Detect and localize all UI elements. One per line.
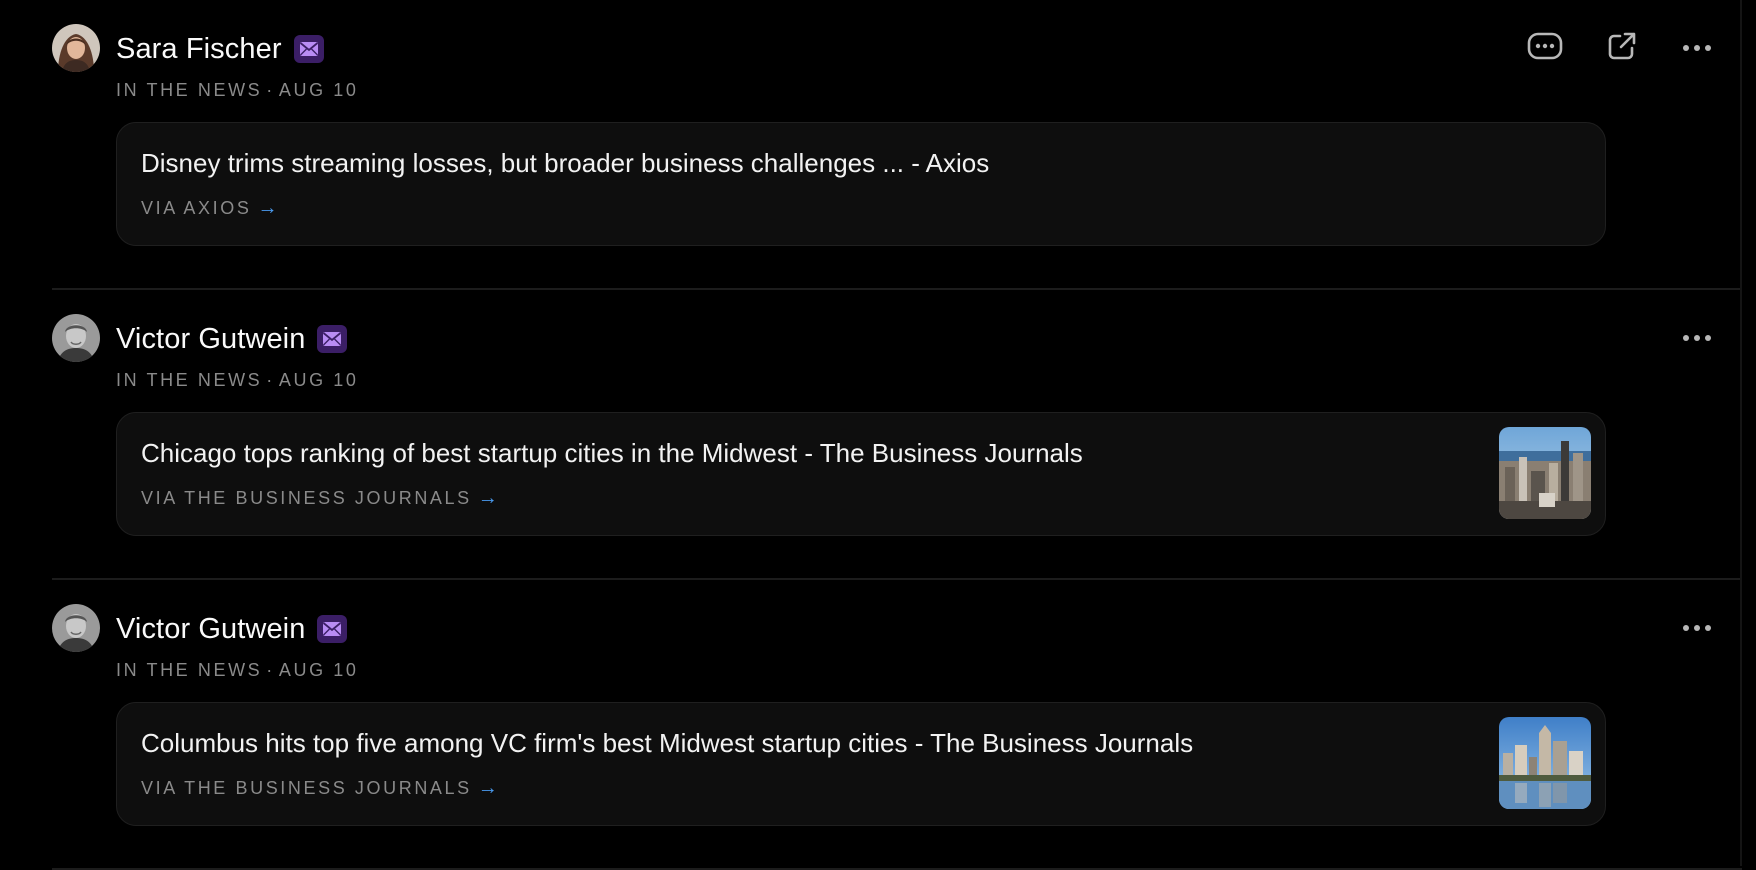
meta-separator: · <box>266 80 275 100</box>
author-name[interactable]: Victor Gutwein <box>116 321 305 357</box>
item-meta: IN THE NEWS · AUG 10 <box>116 659 359 681</box>
comment-button[interactable] <box>1523 26 1567 70</box>
news-source-link[interactable]: VIA THE BUSINESS JOURNALS → <box>141 487 498 509</box>
news-headline[interactable]: Chicago tops ranking of best startup cit… <box>141 437 1083 469</box>
arrow-right-icon: → <box>477 487 498 509</box>
open-external-button[interactable] <box>1600 26 1644 70</box>
author-name[interactable]: Sara Fischer <box>116 31 282 67</box>
comment-icon <box>1527 32 1563 65</box>
item-category: IN THE NEWS <box>116 370 263 390</box>
columbus-skyline-thumbnail[interactable] <box>1499 717 1591 809</box>
more-options-button[interactable] <box>1675 26 1719 70</box>
news-card[interactable]: Chicago tops ranking of best startup cit… <box>116 412 1606 536</box>
news-headline[interactable]: Disney trims streaming losses, but broad… <box>141 147 989 179</box>
author-line: Victor Gutwein <box>116 321 348 357</box>
panel-border <box>1740 0 1742 866</box>
news-source: VIA AXIOS <box>141 198 252 218</box>
more-options-button[interactable] <box>1675 606 1719 650</box>
avatar[interactable] <box>52 24 100 72</box>
more-options-button[interactable] <box>1675 316 1719 360</box>
avatar[interactable] <box>52 604 100 652</box>
feed-item: Victor Gutwein IN THE NEWS · AUG 10 Columb… <box>52 580 1742 870</box>
news-card[interactable]: Disney trims streaming losses, but broad… <box>116 122 1606 246</box>
feed-item: Victor Gutwein IN THE NEWS · AUG 10 Chicag… <box>52 290 1742 580</box>
item-meta: IN THE NEWS · AUG 10 <box>116 79 359 101</box>
meta-separator: · <box>266 370 275 390</box>
arrow-right-icon: → <box>257 197 278 219</box>
more-icon <box>1682 329 1712 347</box>
item-date: AUG 10 <box>278 370 359 390</box>
news-headline[interactable]: Columbus hits top five among VC firm's b… <box>141 727 1193 759</box>
news-source-link[interactable]: VIA THE BUSINESS JOURNALS → <box>141 777 498 799</box>
news-card[interactable]: Columbus hits top five among VC firm's b… <box>116 702 1606 826</box>
item-date: AUG 10 <box>278 80 359 100</box>
meta-separator: · <box>266 660 275 680</box>
avatar[interactable] <box>52 314 100 362</box>
external-link-icon <box>1607 31 1637 66</box>
author-line: Sara Fischer <box>116 31 324 67</box>
item-date: AUG 10 <box>278 660 359 680</box>
news-source: VIA THE BUSINESS JOURNALS <box>141 778 472 798</box>
more-icon <box>1682 39 1712 57</box>
news-source-link[interactable]: VIA AXIOS → <box>141 197 277 219</box>
item-category: IN THE NEWS <box>116 80 263 100</box>
mail-icon <box>293 35 324 63</box>
author-name[interactable]: Victor Gutwein <box>116 611 305 647</box>
news-feed: Sara Fischer IN THE NEWS · AUG 10 Disney t… <box>0 0 1742 870</box>
arrow-right-icon: → <box>477 777 498 799</box>
more-icon <box>1682 619 1712 637</box>
item-meta: IN THE NEWS · AUG 10 <box>116 369 359 391</box>
feed-item: Sara Fischer IN THE NEWS · AUG 10 Disney t… <box>52 0 1742 290</box>
author-line: Victor Gutwein <box>116 611 348 647</box>
mail-icon <box>317 615 348 643</box>
mail-icon <box>317 325 348 353</box>
item-category: IN THE NEWS <box>116 660 263 680</box>
news-source: VIA THE BUSINESS JOURNALS <box>141 488 472 508</box>
chicago-skyline-thumbnail[interactable] <box>1499 427 1591 519</box>
